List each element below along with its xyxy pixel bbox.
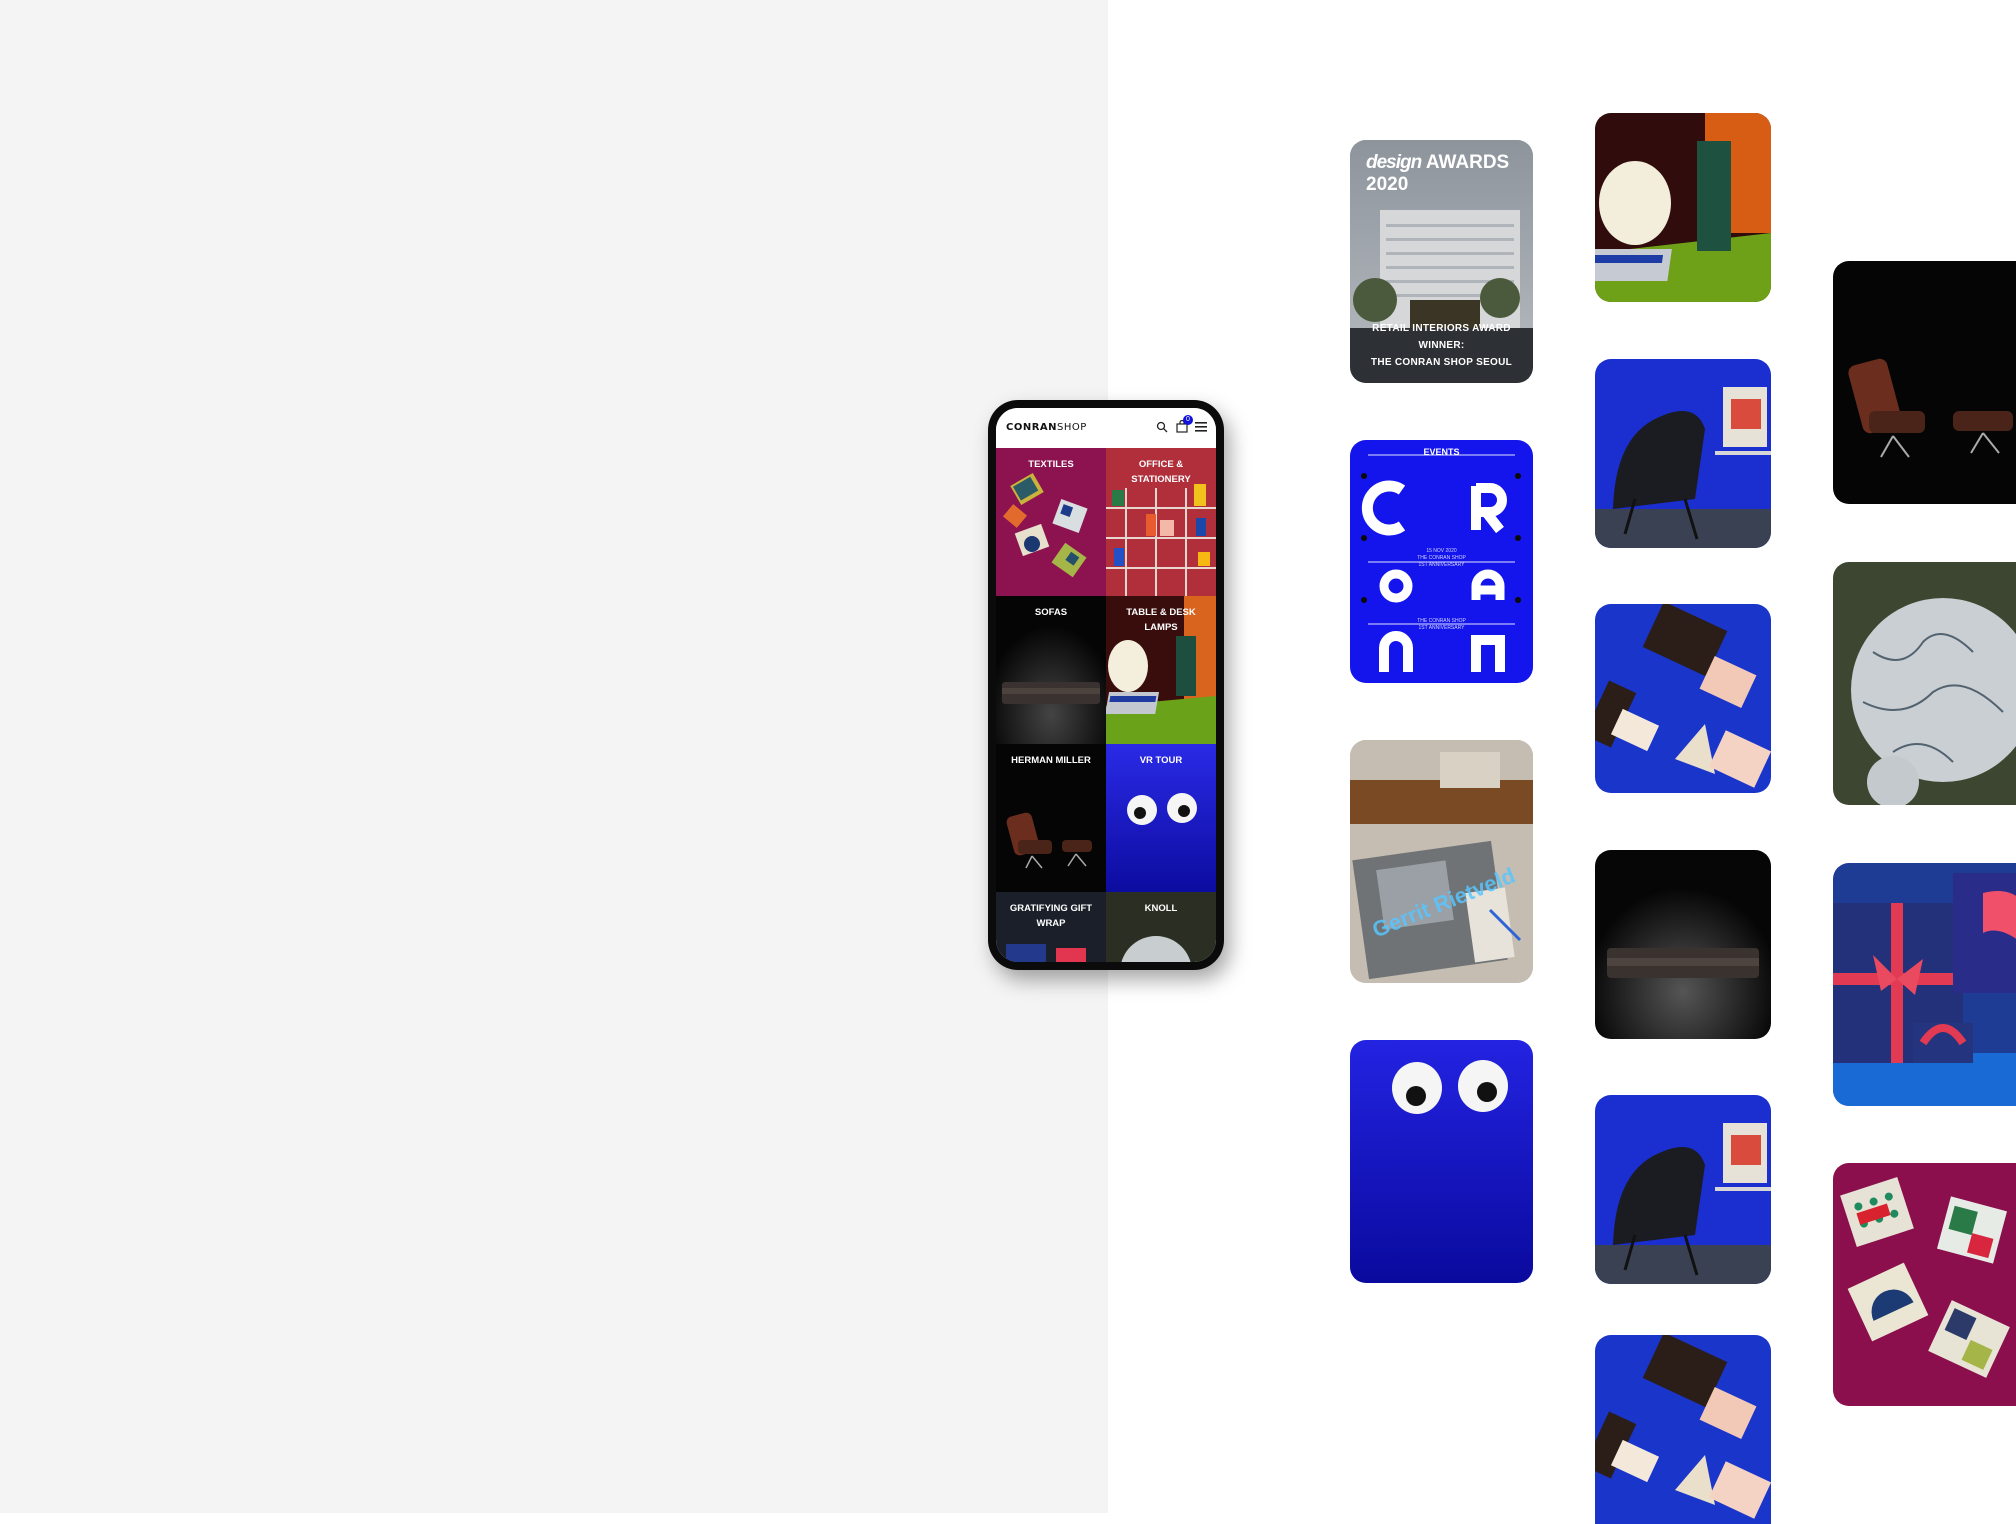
category-label: KNOLL bbox=[1144, 903, 1178, 914]
search-icon[interactable] bbox=[1156, 421, 1168, 433]
conran-shop-logo[interactable]: CONRANSHOP bbox=[1006, 422, 1087, 433]
sofa-dark-image bbox=[1595, 850, 1771, 1039]
phone-header: CONRANSHOP 0 bbox=[996, 408, 1216, 448]
category-tile-herman-miller[interactable]: HERMAN MILLER bbox=[996, 744, 1106, 892]
category-label: TABLE & DESK LAMPS bbox=[1126, 607, 1196, 633]
category-label: TEXTILES bbox=[1028, 459, 1074, 470]
category-tile-textiles[interactable]: TEXTILES bbox=[996, 448, 1106, 596]
category-label: VR TOUR bbox=[1139, 755, 1183, 766]
card-googly-eyes[interactable] bbox=[1350, 1040, 1533, 1283]
desk-book-image bbox=[1350, 740, 1533, 983]
card-lounge-chair[interactable] bbox=[1833, 261, 2016, 504]
lamps-still-life-image bbox=[1595, 113, 1771, 302]
card-marble-table[interactable] bbox=[1833, 562, 2016, 805]
googly-eyes-blue-image bbox=[1350, 1040, 1533, 1283]
stationery-flatlay-image-2 bbox=[1595, 1335, 1771, 1524]
gift-wrap-image-large bbox=[1833, 863, 2016, 1106]
category-tile-table-desk-lamps[interactable]: TABLE & DESK LAMPS bbox=[1106, 596, 1216, 744]
armchair-image-2 bbox=[1595, 1095, 1771, 1284]
category-label: HERMAN MILLER bbox=[1011, 755, 1091, 766]
events-date-text: 15 NOV 2020 THE CONRAN SHOP 1ST ANNIVERSAR… bbox=[1417, 548, 1466, 568]
events-label: EVENTS bbox=[1423, 447, 1460, 457]
marble-table-image-large bbox=[1833, 562, 2016, 805]
stationery-flatlay-image bbox=[1595, 604, 1771, 793]
cushions-image-large bbox=[1833, 1163, 2016, 1406]
category-tile-office-stationery[interactable]: OFFICE & STATIONERY bbox=[1106, 448, 1216, 596]
card-gift-wrap[interactable] bbox=[1833, 863, 2016, 1106]
phone-screen: CONRANSHOP 0 TEXTILES OFFICE & STATIONER… bbox=[996, 408, 1216, 962]
card-book-desk[interactable]: Gerrit Rietveld bbox=[1350, 740, 1533, 983]
card-armchair-blue[interactable] bbox=[1595, 359, 1771, 548]
award-caption: RETAIL INTERIORS AWARD WINNER: THE CONRAN… bbox=[1370, 323, 1513, 368]
lounge-chair-dark-image bbox=[1833, 261, 2016, 504]
design-awards-logo: design AWARDS 2020 bbox=[1366, 152, 1510, 195]
category-tile-sofas[interactable]: SOFAS bbox=[996, 596, 1106, 744]
category-grid: TEXTILES OFFICE & STATIONERY SOFAS TABLE… bbox=[996, 448, 1216, 962]
category-label: GRATIFYING GIFT WRAP bbox=[1009, 903, 1093, 929]
card-stationery-blue-2[interactable] bbox=[1595, 1335, 1771, 1524]
hamburger-menu-icon[interactable] bbox=[1195, 422, 1207, 432]
card-lamps[interactable] bbox=[1595, 113, 1771, 302]
card-cushions[interactable] bbox=[1833, 1163, 2016, 1406]
card-events-poster[interactable]: EVENTS 15 NOV 2020 THE CONRAN SHOP 1ST ANN… bbox=[1350, 440, 1533, 683]
left-background-panel bbox=[0, 0, 1108, 1513]
category-tile-vr-tour[interactable]: VR TOUR bbox=[1106, 744, 1216, 892]
phone-mockup: CONRANSHOP 0 TEXTILES OFFICE & STATIONER… bbox=[988, 400, 1224, 970]
category-label: OFFICE & STATIONERY bbox=[1131, 459, 1191, 485]
card-armchair-blue-2[interactable] bbox=[1595, 1095, 1771, 1284]
card-sofa-dark[interactable] bbox=[1595, 850, 1771, 1039]
category-tile-knoll[interactable]: KNOLL bbox=[1106, 892, 1216, 962]
card-stationery-blue[interactable] bbox=[1595, 604, 1771, 793]
category-label: SOFAS bbox=[1034, 607, 1068, 618]
cart-count-badge: 0 bbox=[1183, 415, 1193, 425]
card-design-awards[interactable]: design AWARDS 2020 RETAIL INTERIORS AWAR… bbox=[1350, 140, 1533, 383]
category-tile-gift-wrap[interactable]: GRATIFYING GIFT WRAP bbox=[996, 892, 1106, 962]
events-shop-text: THE CONRAN SHOP 1ST ANNIVERSARY bbox=[1417, 618, 1466, 631]
armchair-image bbox=[1595, 359, 1771, 548]
